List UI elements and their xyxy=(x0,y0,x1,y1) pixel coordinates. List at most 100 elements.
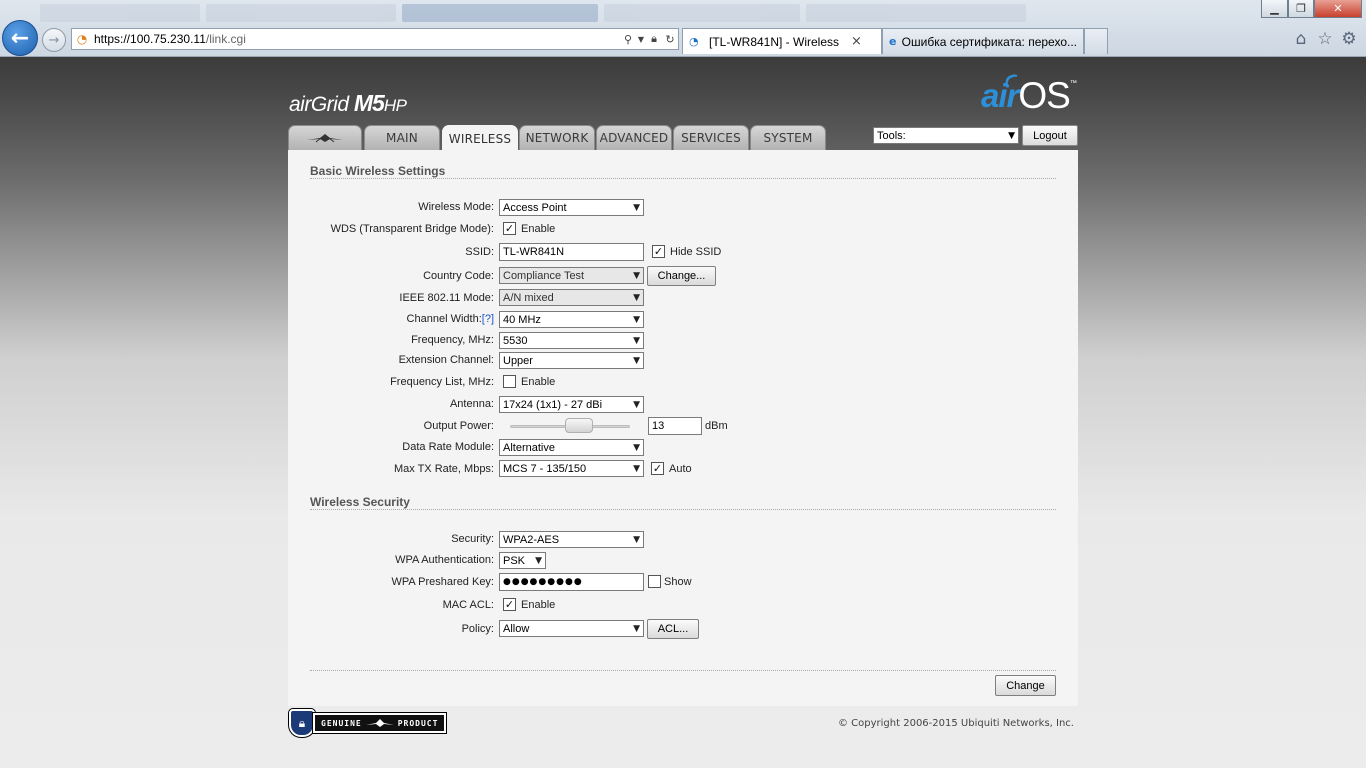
home-icon[interactable]: ⌂ xyxy=(1290,28,1312,50)
wpa-preshared-key-label: WPA Preshared Key: xyxy=(391,576,494,588)
data-rate-select[interactable]: Alternative ▼ xyxy=(499,439,644,456)
chevron-down-icon: ▼ xyxy=(633,442,640,453)
background-tab xyxy=(40,4,200,22)
ubiquiti-logo-icon xyxy=(307,134,343,143)
new-tab-button[interactable] xyxy=(1084,28,1108,54)
search-icon[interactable]: ⚲ xyxy=(620,33,636,46)
wpa-preshared-key-input[interactable]: ●●●●●●●●● xyxy=(499,573,644,591)
refresh-icon[interactable]: ↻ xyxy=(662,33,678,46)
max-tx-auto-checkbox[interactable]: ✓ xyxy=(651,462,664,475)
output-power-slider-thumb[interactable] xyxy=(565,418,594,433)
frequency-select[interactable]: 5530 ▼ xyxy=(499,332,644,349)
select-value: Access Point xyxy=(503,201,567,214)
frequency-label: Frequency, MHz: xyxy=(411,334,494,346)
section-divider xyxy=(310,509,1056,510)
wds-enable-checkbox[interactable]: ✓ xyxy=(503,222,516,235)
select-value: Alternative xyxy=(503,441,555,454)
airos-logo: air OS ™ xyxy=(981,75,1077,116)
acl-button[interactable]: ACL... xyxy=(647,619,699,639)
select-value: WPA2-AES xyxy=(503,533,560,546)
max-tx-auto-label: Auto xyxy=(669,463,692,475)
tools-select[interactable]: Tools: ▼ xyxy=(873,127,1019,144)
ubiquiti-logo-icon xyxy=(365,719,394,727)
output-power-input[interactable]: 13 xyxy=(648,417,702,435)
wds-enable-label: Enable xyxy=(521,223,556,235)
tab-title: [TL-WR841N] - Wireless xyxy=(709,34,840,49)
browser-chrome: ▁ ❐ ✕ ← → ◔ https://100.75.230.11/link.c… xyxy=(0,0,1366,57)
chevron-down-icon: ▼ xyxy=(633,314,640,325)
wds-label: WDS (Transparent Bridge Mode): xyxy=(330,223,494,235)
ssid-input[interactable]: TL-WR841N xyxy=(499,243,644,261)
mac-acl-label: MAC ACL: xyxy=(442,599,494,611)
background-tab xyxy=(206,4,396,22)
close-tab-icon[interactable]: × xyxy=(851,34,862,49)
dropdown-icon[interactable]: ▼ xyxy=(636,35,646,44)
feed-icon: ◔ xyxy=(689,35,699,48)
address-url[interactable]: https://100.75.230.11/link.cgi xyxy=(92,32,620,46)
tab-certificate-error[interactable]: e Ошибка сертификата: перехо... xyxy=(882,28,1084,54)
tab-wireless[interactable]: WIRELESS xyxy=(442,125,518,151)
close-window-button[interactable]: ✕ xyxy=(1314,0,1362,18)
show-key-checkbox[interactable] xyxy=(648,575,661,588)
minimize-button[interactable]: ▁ xyxy=(1261,0,1288,18)
hide-ssid-checkbox[interactable]: ✓ xyxy=(652,245,665,258)
chevron-down-icon: ▼ xyxy=(633,270,640,281)
tab-ubnt-logo[interactable] xyxy=(288,125,362,150)
copyright-text: © Copyright 2006-2015 Ubiquiti Networks,… xyxy=(838,718,1074,729)
show-key-label: Show xyxy=(664,576,692,588)
tab-advanced[interactable]: ADVANCED xyxy=(596,125,672,150)
frequency-list-enable-label: Enable xyxy=(521,376,556,388)
frequency-list-checkbox[interactable] xyxy=(503,375,516,388)
chevron-down-icon: ▼ xyxy=(1008,130,1015,141)
tab-wireless[interactable]: ◔ [TL-WR841N] - Wireless × xyxy=(682,28,882,54)
ieee-mode-select[interactable]: A/N mixed ▼ xyxy=(499,289,644,306)
tab-network[interactable]: NETWORK xyxy=(519,125,595,150)
wpa-authentication-select[interactable]: PSK ▼ xyxy=(499,552,546,569)
channel-width-select[interactable]: 40 MHz ▼ xyxy=(499,311,644,328)
channel-width-text: Channel Width: xyxy=(406,313,482,325)
tab-system[interactable]: SYSTEM xyxy=(750,125,826,150)
country-change-button[interactable]: Change... xyxy=(647,266,716,286)
maximize-button[interactable]: ❐ xyxy=(1288,0,1314,18)
address-bar[interactable]: ◔ https://100.75.230.11/link.cgi ⚲ ▼ 🔒︎ … xyxy=(71,28,679,50)
frequency-list-label: Frequency List, MHz: xyxy=(390,376,494,388)
background-tab xyxy=(806,4,1026,22)
chevron-down-icon: ▼ xyxy=(633,399,640,410)
max-tx-rate-select[interactable]: MCS 7 - 135/150 ▼ xyxy=(499,460,644,477)
background-tab xyxy=(604,4,800,22)
product-logo: airGrid M5HP xyxy=(289,90,407,116)
lock-icon[interactable]: 🔒︎ xyxy=(646,32,662,46)
extension-channel-label: Extension Channel: xyxy=(398,354,494,366)
settings-gear-icon[interactable]: ⚙ xyxy=(1338,28,1360,50)
forward-arrow-icon[interactable]: → xyxy=(42,28,66,52)
policy-select[interactable]: Allow ▼ xyxy=(499,620,644,637)
genuine-product-badge: 🔒︎ GENUINE PRODUCT xyxy=(289,709,447,737)
select-value: Compliance Test xyxy=(503,269,585,282)
country-code-select[interactable]: Compliance Test ▼ xyxy=(499,267,644,284)
background-tab xyxy=(402,4,598,22)
tab-main[interactable]: MAIN xyxy=(364,125,440,150)
output-power-unit: dBm xyxy=(705,420,728,432)
mac-acl-enable-label: Enable xyxy=(521,599,556,611)
change-button[interactable]: Change xyxy=(995,675,1056,696)
chevron-down-icon: ▼ xyxy=(633,292,640,303)
data-rate-label: Data Rate Module: xyxy=(402,441,494,453)
chevron-down-icon: ▼ xyxy=(633,202,640,213)
favorites-star-icon[interactable]: ☆ xyxy=(1314,28,1336,50)
tab-services[interactable]: SERVICES xyxy=(673,125,749,150)
chevron-down-icon: ▼ xyxy=(633,335,640,346)
channel-width-help-link[interactable]: [?] xyxy=(482,313,494,325)
logout-button[interactable]: Logout xyxy=(1022,125,1078,146)
chevron-down-icon: ▼ xyxy=(535,555,542,566)
antenna-label: Antenna: xyxy=(449,398,494,410)
section-divider xyxy=(310,178,1056,179)
antenna-select[interactable]: 17x24 (1x1) - 27 dBi ▼ xyxy=(499,396,644,413)
back-arrow-icon[interactable]: ← xyxy=(2,20,38,56)
section-divider xyxy=(310,670,1056,671)
extension-channel-select[interactable]: Upper ▼ xyxy=(499,352,644,369)
wpa-authentication-label: WPA Authentication: xyxy=(395,554,494,566)
wireless-mode-select[interactable]: Access Point ▼ xyxy=(499,199,644,216)
mac-acl-checkbox[interactable]: ✓ xyxy=(503,598,516,611)
select-value: 5530 xyxy=(503,334,528,347)
security-select[interactable]: WPA2-AES ▼ xyxy=(499,531,644,548)
